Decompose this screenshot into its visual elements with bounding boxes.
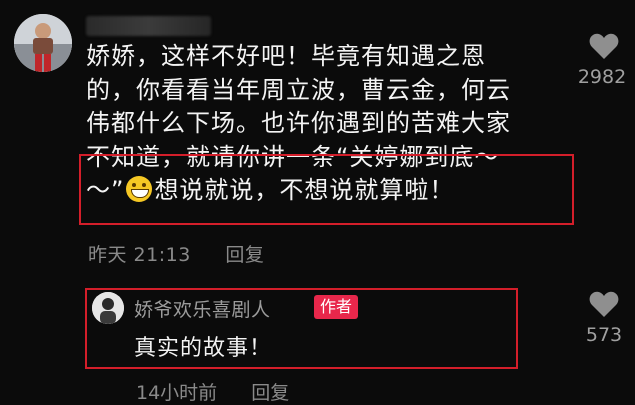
comment-time: 昨天 21:13	[88, 244, 191, 266]
reply-text: 真实的故事！	[134, 336, 273, 361]
heart-icon[interactable]	[589, 290, 619, 318]
author-badge: 作者	[314, 295, 359, 319]
commenter-name-redacted	[86, 16, 211, 36]
reply-button[interactable]: 回复	[225, 244, 264, 266]
reply-meta: 14小时前 回复	[136, 378, 289, 405]
like-count: 573	[585, 324, 623, 346]
comment-line: 娇娇，这样不好吧！毕竟有知遇之恩	[86, 42, 486, 70]
reply-time: 14小时前	[136, 382, 218, 404]
reply-avatar[interactable]	[92, 292, 124, 324]
heart-icon[interactable]	[589, 32, 619, 60]
reply-button[interactable]: 回复	[251, 382, 289, 404]
reply-username[interactable]: 娇爷欢乐喜剧人	[134, 295, 271, 322]
like-count: 2982	[577, 66, 627, 88]
comment-meta: 昨天 21:13 回复	[88, 240, 264, 267]
commenter-avatar[interactable]	[14, 14, 72, 72]
comment-line: 伟都什么下场。也许你遇到的苦难大家	[86, 109, 511, 137]
comment-line: 的，你看看当年周立波，曹云金，何云	[86, 75, 511, 104]
highlight-box	[79, 154, 574, 225]
comment-like[interactable]: 2982	[573, 32, 635, 88]
reply-like[interactable]: 573	[573, 290, 635, 346]
